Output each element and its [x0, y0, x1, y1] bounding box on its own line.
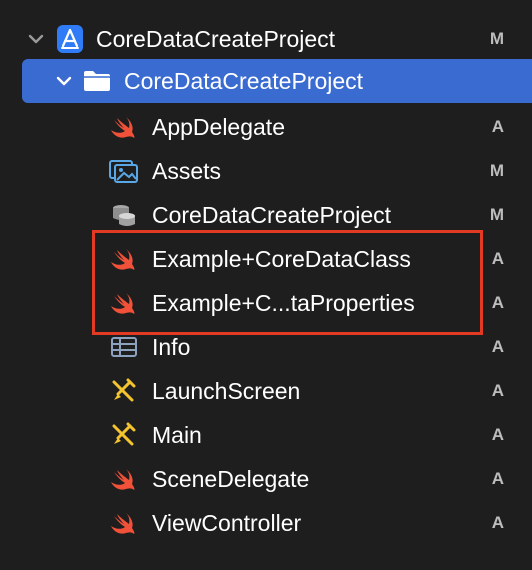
- status-badge: M: [489, 161, 504, 180]
- status-badge: A: [491, 425, 504, 444]
- file-row-appdelegate[interactable]: AppDelegate A: [0, 105, 532, 149]
- status-badge: M: [489, 29, 504, 48]
- project-name: CoreDataCreateProject: [96, 26, 336, 52]
- file-row-coredataproperties[interactable]: Example+C...taProperties A: [0, 281, 532, 325]
- file-label: Example+CoreDataClass: [152, 246, 411, 272]
- file-row-assets[interactable]: Assets M: [0, 149, 532, 193]
- file-label: Assets: [152, 158, 222, 184]
- file-label: Example+C...taProperties: [152, 290, 415, 316]
- status-badge: A: [491, 293, 504, 312]
- storyboard-icon: [112, 378, 136, 402]
- file-label: AppDelegate: [152, 114, 285, 140]
- status-badge: A: [491, 469, 504, 488]
- file-label: Main: [152, 422, 202, 448]
- asset-catalog-icon: [109, 160, 138, 183]
- folder-icon: [84, 71, 110, 91]
- file-row-launchscreen[interactable]: LaunchScreen A: [0, 369, 532, 413]
- group-name: CoreDataCreateProject: [124, 68, 364, 94]
- swift-icon: [111, 249, 135, 270]
- status-badge: A: [491, 381, 504, 400]
- chevron-down-icon[interactable]: [56, 73, 72, 89]
- project-row[interactable]: CoreDataCreateProject M: [0, 17, 532, 61]
- status-badge: A: [491, 249, 504, 268]
- file-row-coredata-model[interactable]: CoreDataCreateProject M: [0, 193, 532, 237]
- chevron-down-icon[interactable]: [28, 31, 44, 47]
- swift-icon: [111, 293, 135, 314]
- file-row-main[interactable]: Main A: [0, 413, 532, 457]
- status-badge: A: [491, 513, 504, 532]
- file-row-scenedelegate[interactable]: SceneDelegate A: [0, 457, 532, 501]
- status-badge: M: [489, 205, 504, 224]
- file-row-viewcontroller[interactable]: ViewController A: [0, 501, 532, 545]
- file-label: CoreDataCreateProject: [152, 202, 392, 228]
- status-badge: A: [491, 117, 504, 136]
- storyboard-icon: [112, 422, 136, 446]
- plist-icon: [111, 337, 137, 357]
- file-label: ViewController: [152, 510, 302, 536]
- file-row-coredataclass[interactable]: Example+CoreDataClass A: [0, 237, 532, 281]
- group-row[interactable]: CoreDataCreateProject: [0, 59, 532, 103]
- swift-icon: [111, 117, 135, 138]
- core-data-model-icon: [113, 205, 135, 226]
- file-label: LaunchScreen: [152, 378, 301, 404]
- swift-icon: [111, 513, 135, 534]
- file-row-info[interactable]: Info A: [0, 325, 532, 369]
- file-label: SceneDelegate: [152, 466, 310, 492]
- status-badge: A: [491, 337, 504, 356]
- xcode-project-icon: [57, 25, 83, 53]
- project-navigator: CoreDataCreateProject M CoreDataCreatePr…: [0, 0, 532, 570]
- swift-icon: [111, 469, 135, 490]
- file-label: Info: [152, 334, 191, 360]
